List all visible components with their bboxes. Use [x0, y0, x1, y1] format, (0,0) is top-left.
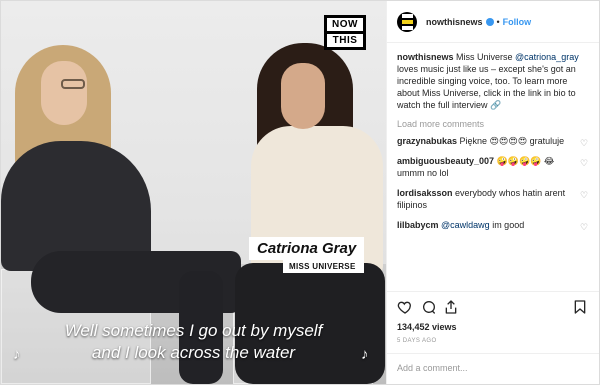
comments-section: nowthisnews Miss Universe @catriona_gray…: [387, 43, 599, 291]
verified-badge-icon: [485, 17, 494, 26]
subtitle-line-2: and I look across the water: [91, 343, 296, 362]
comment-username[interactable]: grazynabukas: [397, 136, 457, 146]
share-icon[interactable]: [443, 299, 459, 315]
caption-text-1: Miss Universe: [453, 52, 516, 62]
interviewer-glasses: [61, 79, 85, 89]
comment-username[interactable]: lordisaksson: [397, 188, 453, 198]
like-comment-heart-icon[interactable]: ♡: [580, 159, 589, 168]
view-count[interactable]: 134,452 views: [397, 322, 457, 332]
comment-username[interactable]: lilbabycm: [397, 220, 439, 230]
instagram-post: NOW THIS Catriona Gray MISS UNIVERSE Wel…: [0, 0, 600, 385]
comment-username[interactable]: ambiguousbeauty_007: [397, 156, 494, 166]
video-subtitles: Well sometimes I go out by myself and I …: [1, 320, 386, 364]
post-panel: nowthisnews • Follow nowthisnews Miss Un…: [386, 1, 599, 384]
post-caption: nowthisnews Miss Universe @catriona_gray…: [397, 51, 589, 111]
lower-third-name: Catriona Gray: [249, 237, 365, 260]
caption-text-2: loves music just like us – except she's …: [397, 64, 576, 110]
video-player[interactable]: NOW THIS Catriona Gray MISS UNIVERSE Wel…: [1, 1, 386, 384]
music-note-icon: ♪: [13, 346, 21, 363]
guest-face: [281, 63, 325, 129]
comment-item: grazynabukas Piękne 😍😍😍😍 gratuluje ♡: [397, 135, 589, 148]
interviewer-face: [41, 61, 87, 125]
bookmark-icon[interactable]: [572, 299, 588, 315]
load-more-comments[interactable]: Load more comments: [397, 119, 589, 129]
like-comment-heart-icon[interactable]: ♡: [580, 139, 589, 148]
comment-mention[interactable]: @cawldawg: [441, 220, 490, 230]
follow-button[interactable]: Follow: [503, 17, 532, 27]
lower-third: Catriona Gray MISS UNIVERSE: [249, 237, 365, 273]
music-note-icon: ♪: [361, 346, 369, 363]
caption-mention[interactable]: @catriona_gray: [515, 52, 579, 62]
like-comment-heart-icon[interactable]: ♡: [580, 191, 589, 200]
add-comment-input[interactable]: [397, 363, 587, 373]
logo-line-now: NOW: [327, 18, 363, 31]
header-username[interactable]: nowthisnews: [426, 17, 483, 27]
post-header: nowthisnews • Follow: [387, 1, 599, 43]
separator-dot: •: [496, 16, 500, 27]
avatar[interactable]: [397, 11, 417, 32]
comment-item: lordisaksson everybody whos hatin arent …: [397, 187, 589, 211]
logo-line-this: THIS: [327, 34, 363, 47]
post-timestamp[interactable]: 5 DAYS AGO: [397, 338, 437, 344]
comment-icon[interactable]: [421, 299, 437, 315]
add-comment-bar: [387, 353, 599, 384]
comment-item: lilbabycm @cawldawg im good ♡: [397, 219, 589, 232]
comment-text: im good: [489, 220, 525, 230]
nowthis-logo: NOW THIS: [324, 15, 366, 50]
comment-text: Piękne 😍😍😍😍 gratuluje: [457, 136, 565, 146]
comment-item: ambiguousbeauty_007 🤪🤪🤪🤪 😂 ummm no lol ♡: [397, 155, 589, 179]
caption-username[interactable]: nowthisnews: [397, 52, 454, 62]
like-comment-heart-icon[interactable]: ♡: [580, 223, 589, 232]
lower-third-title: MISS UNIVERSE: [283, 260, 365, 273]
heart-icon[interactable]: [397, 299, 413, 315]
action-bar: [387, 291, 599, 315]
subtitle-line-1: Well sometimes I go out by myself: [64, 321, 323, 340]
